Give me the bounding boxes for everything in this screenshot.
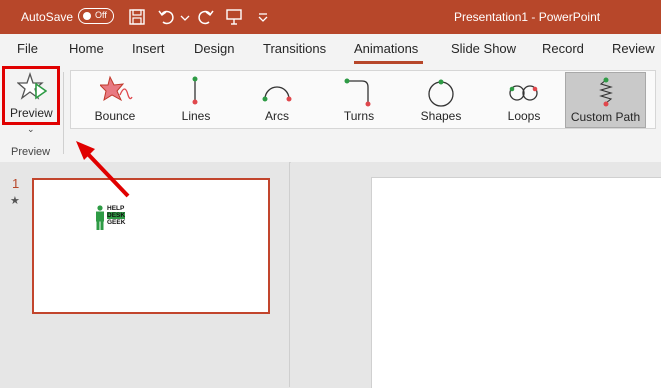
- effect-label: Bounce: [94, 109, 136, 123]
- arcs-icon: [262, 86, 292, 102]
- tab-file[interactable]: File: [17, 41, 38, 56]
- shapes-icon: [428, 79, 454, 107]
- logo-person-icon: [96, 205, 104, 230]
- logo-line-2: DESK: [107, 212, 126, 219]
- undo-dropdown-icon[interactable]: [176, 8, 194, 26]
- lines-icon: [192, 76, 198, 105]
- turns-icon: [344, 78, 371, 107]
- autosave-toggle[interactable]: Off: [78, 8, 114, 24]
- redo-icon[interactable]: [196, 8, 214, 26]
- tab-insert[interactable]: Insert: [132, 41, 165, 56]
- undo-icon[interactable]: [158, 8, 176, 26]
- preview-group-label: Preview: [11, 146, 51, 158]
- document-title: Presentation1 - PowerPoint: [454, 10, 601, 24]
- logo-line-3: GEEK: [107, 219, 126, 226]
- group-separator: [63, 72, 64, 154]
- preview-highlight-box: [2, 66, 60, 125]
- slide-thumbnail[interactable]: [32, 178, 270, 314]
- customize-qat-icon[interactable]: [254, 8, 272, 26]
- slide-number: 1: [12, 176, 20, 191]
- preview-dropdown-icon[interactable]: ⌄: [27, 124, 35, 135]
- tab-home[interactable]: Home: [69, 41, 104, 56]
- loops-icon: [509, 85, 538, 101]
- tab-animations[interactable]: Animations: [354, 41, 418, 56]
- save-icon[interactable]: [128, 8, 146, 26]
- effect-lines[interactable]: Lines: [159, 72, 233, 128]
- bounce-icon: [100, 75, 133, 102]
- tab-review[interactable]: Review: [612, 41, 655, 56]
- effect-label: Lines: [181, 109, 211, 123]
- effect-label: Loops: [507, 109, 541, 123]
- effect-label: Arcs: [265, 109, 289, 123]
- toggle-knob: [83, 12, 91, 20]
- effect-label: Turns: [343, 109, 375, 123]
- effect-loops[interactable]: Loops: [487, 72, 561, 128]
- autosave-state: Off: [95, 10, 107, 20]
- effect-label: Custom Path: [570, 110, 641, 124]
- tab-transitions[interactable]: Transitions: [263, 41, 326, 56]
- logo-line-1: HELP: [107, 205, 125, 212]
- effect-turns[interactable]: Turns: [322, 72, 396, 128]
- present-icon[interactable]: [225, 8, 243, 26]
- tab-record[interactable]: Record: [542, 41, 584, 56]
- effect-arcs[interactable]: Arcs: [240, 72, 314, 128]
- slide-canvas[interactable]: [371, 177, 661, 388]
- autosave-label: AutoSave: [21, 10, 74, 24]
- animation-marker-icon: ★: [10, 195, 20, 207]
- helpdeskgeek-logo: HELP DESK GEEK: [94, 204, 134, 232]
- tab-design[interactable]: Design: [194, 41, 234, 56]
- custom-path-icon: [599, 77, 613, 107]
- effect-shapes[interactable]: Shapes: [404, 72, 478, 128]
- title-bar: AutoSave Off Presentation1 - PowerPoint: [0, 0, 661, 34]
- effect-custom-path[interactable]: Custom Path: [565, 72, 646, 128]
- tab-slide-show[interactable]: Slide Show: [451, 41, 516, 56]
- effect-bounce[interactable]: Bounce: [78, 72, 152, 128]
- effect-label: Shapes: [420, 109, 462, 123]
- ribbon-tabs: File Home Insert Design Transitions Anim…: [0, 34, 661, 64]
